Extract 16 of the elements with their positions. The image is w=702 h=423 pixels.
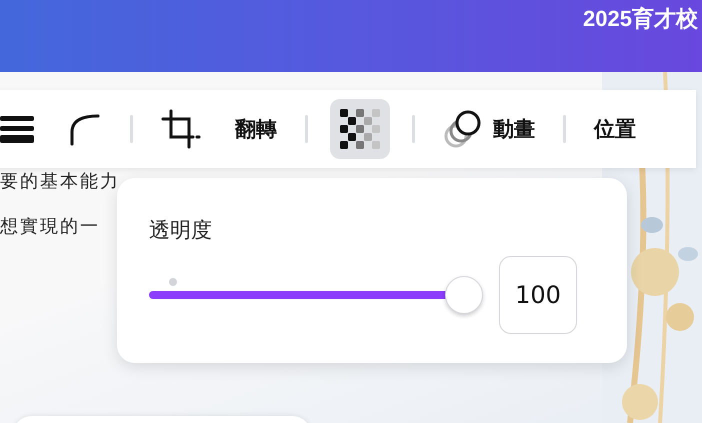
toolbar-button[interactable]: 位置 (588, 109, 642, 149)
body-text: 想實現的一 (0, 215, 100, 239)
toolbar-button[interactable]: 翻轉 (229, 109, 283, 149)
body-text: 要的基本能力 (0, 170, 120, 194)
opacity-slider[interactable] (149, 276, 483, 314)
slider-thumb[interactable] (445, 276, 483, 314)
opacity-label: 透明度 (149, 217, 213, 244)
corner-rounding-icon (68, 112, 102, 146)
checkerboard-icon (340, 109, 380, 149)
transparency-button[interactable] (330, 99, 390, 159)
crop-icon (161, 109, 201, 149)
animate-button[interactable]: 動畫 (437, 103, 541, 155)
opacity-input[interactable]: 100 (499, 256, 577, 334)
animation-icon (443, 109, 483, 149)
default-marker (169, 278, 177, 286)
document-title: 2025育才校 (583, 5, 698, 33)
